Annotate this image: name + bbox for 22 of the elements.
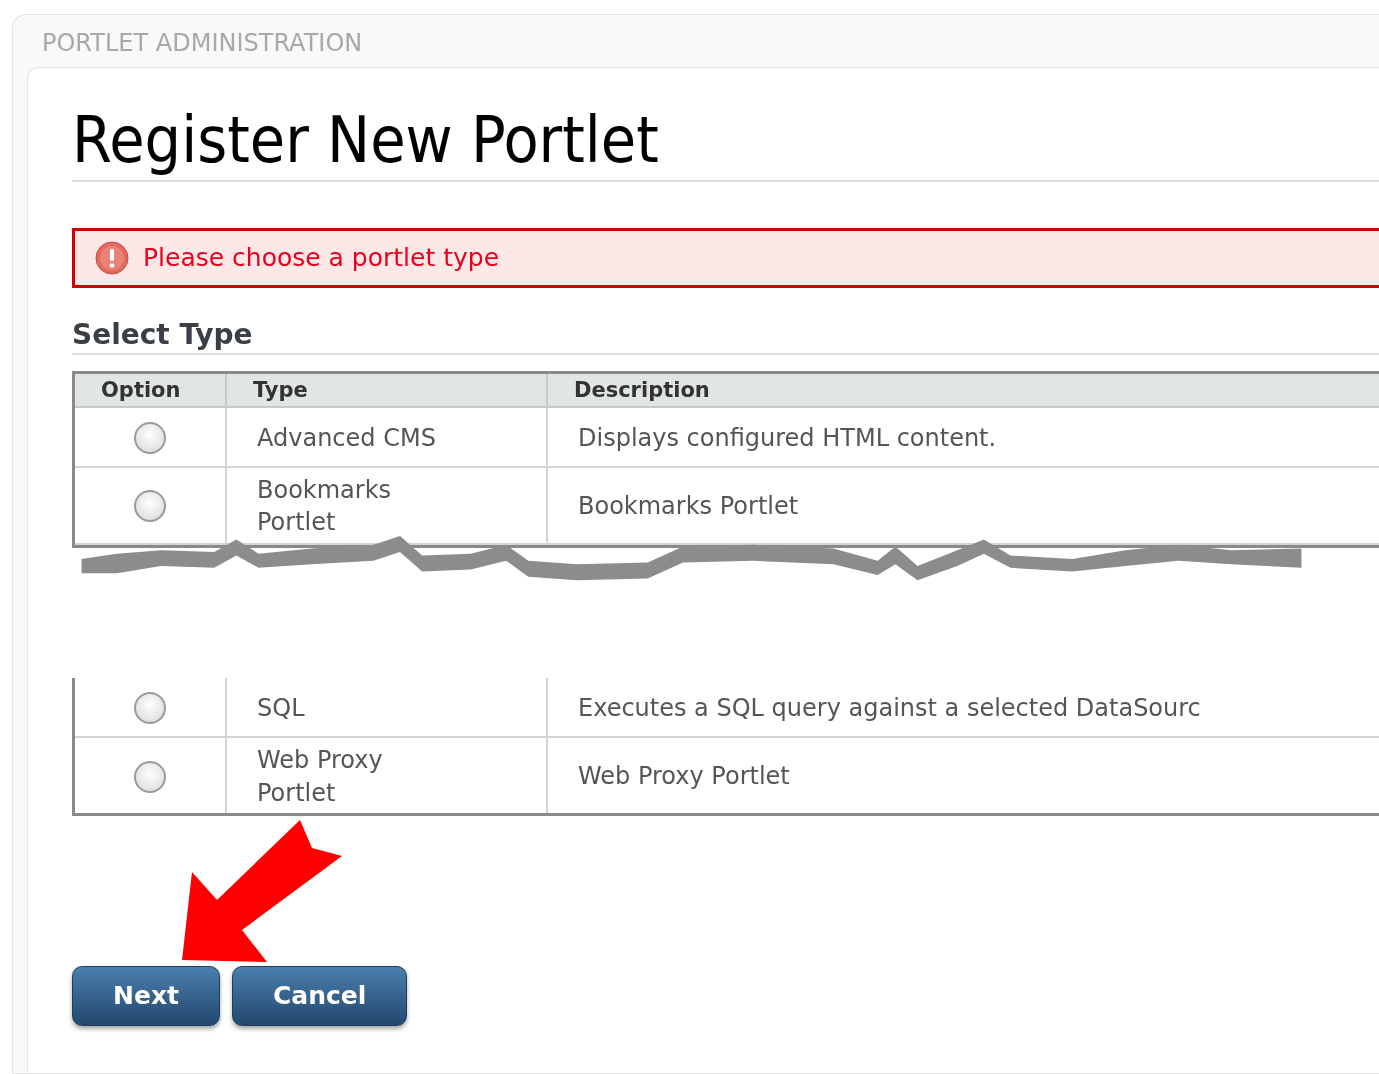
type-description: Executes a SQL query against a selected DataSourc [578,692,1201,724]
column-header: Option [75,373,225,408]
column-header: Type [225,373,546,408]
next-button[interactable]: Next [72,965,220,1026]
error-text: Please choose a portlet type [143,243,500,273]
type-description: Displays configured HTML content. [578,422,997,454]
panel-title: PORTLET ADMINISTRATION [41,28,364,59]
radio-button[interactable] [134,691,166,724]
type-name: SQL [257,692,306,724]
type-name: Web Proxy Portlet [257,745,384,809]
type-name: Bookmarks Portlet [257,475,393,539]
radio-button[interactable] [134,421,166,454]
page-title: Register New Portlet [72,104,660,178]
section-heading: Select Type [72,317,254,351]
column-header: Description [546,373,1379,408]
radio-button[interactable] [134,490,166,523]
type-description: Bookmarks Portlet [578,491,799,523]
type-name: Advanced CMS [257,422,437,454]
cancel-button[interactable]: Cancel [231,965,408,1026]
radio-button[interactable] [134,760,166,793]
type-description: Web Proxy Portlet [578,761,790,793]
error-icon [95,240,129,275]
